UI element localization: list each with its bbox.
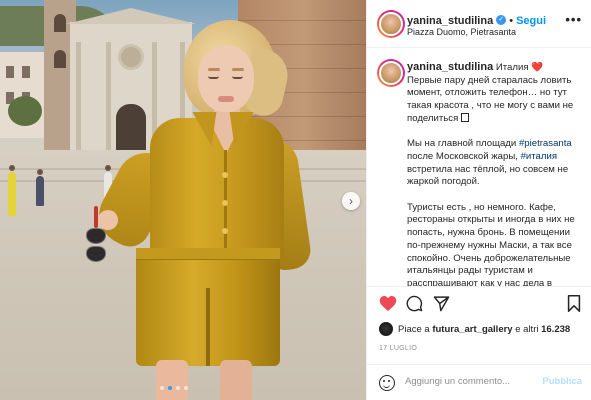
- hashtag-link[interactable]: #pietrasanta: [519, 138, 572, 149]
- avatar[interactable]: [377, 10, 405, 38]
- woman-leg: [156, 360, 188, 400]
- sunglasses: [84, 206, 110, 268]
- caption-para3: Туристы есть , но немного. Кафе, рестора…: [407, 201, 575, 286]
- shirt-button: [222, 228, 228, 234]
- avatar[interactable]: [377, 59, 405, 87]
- woman-hand: [98, 210, 118, 230]
- emoji-icon[interactable]: [379, 375, 395, 391]
- likes-summary: Piace a futura_art_gallery e altri 16.23…: [379, 322, 570, 336]
- caption-area: yanina_studilina Италия ❤️ Первые пару д…: [367, 49, 591, 286]
- likes-prefix: Piace a: [398, 323, 430, 335]
- caption-text: yanina_studilina Италия ❤️ Первые пару д…: [407, 61, 583, 286]
- woman-leg: [220, 360, 252, 400]
- location-link[interactable]: Piazza Duomo, Pietrasanta: [407, 27, 516, 37]
- carousel-next-button[interactable]: ›: [342, 192, 360, 210]
- more-options-icon[interactable]: •••: [565, 12, 582, 27]
- post-actions: [367, 286, 591, 322]
- follow-button[interactable]: Segui: [516, 15, 546, 27]
- comment-input[interactable]: [405, 376, 535, 387]
- carousel-dots: [160, 386, 188, 390]
- carousel-dot: [184, 386, 188, 390]
- heart-emoji-icon: ❤️: [531, 62, 544, 73]
- caption-para2-a: Мы на главной площади: [407, 138, 517, 150]
- caption-line1: Италия: [495, 62, 529, 73]
- post-header: yanina_studilina ✓ • Segui Piazza Duomo, Pi…: [367, 0, 591, 48]
- caption-para1: Первые пару дней старалась ловить момент…: [407, 74, 574, 124]
- username-link[interactable]: yanina_studilina: [407, 15, 493, 27]
- shirt-button: [222, 172, 228, 178]
- liker-username-link[interactable]: futura_art_gallery: [432, 324, 512, 335]
- like-heart-icon[interactable]: [379, 295, 397, 312]
- hashtag-link[interactable]: #италия: [521, 151, 557, 162]
- shirt-button: [222, 200, 228, 206]
- caption-para2-b: после Московской жары,: [407, 150, 518, 162]
- carousel-dot: [160, 386, 164, 390]
- carousel-dot: [176, 386, 180, 390]
- chevron-right-icon: ›: [349, 194, 353, 208]
- likes-count-link[interactable]: 16.238: [541, 324, 570, 335]
- verified-badge-icon: ✓: [496, 14, 507, 25]
- woman-shorts: [136, 248, 280, 366]
- carousel-dot-active: [168, 386, 172, 390]
- comment-bar: Pubblica: [367, 364, 591, 400]
- photo-tree: [8, 96, 42, 126]
- shirt-collar-left: [187, 112, 217, 146]
- caption-para2-c: встретила нас тёплой, но совсем не жарко…: [407, 163, 569, 188]
- post-date[interactable]: 17 LUGLIO: [379, 345, 417, 352]
- comment-icon[interactable]: [406, 295, 423, 312]
- separator-dot: •: [509, 15, 514, 27]
- caption-username-link[interactable]: yanina_studilina: [407, 61, 493, 73]
- photo-pedestrian: [8, 165, 16, 216]
- publish-button[interactable]: Pubblica: [542, 376, 582, 387]
- shirt-collar-right: [229, 112, 259, 146]
- likes-middle: e altri: [515, 323, 539, 335]
- missing-glyph-icon: [460, 112, 469, 122]
- post-sidebar: yanina_studilina ✓ • Segui Piazza Duomo, Pi…: [366, 0, 591, 400]
- liker-avatar[interactable]: [379, 322, 393, 336]
- post-photo[interactable]: ›: [0, 0, 366, 400]
- bookmark-icon[interactable]: [567, 295, 581, 312]
- woman-face: [198, 46, 254, 112]
- share-icon[interactable]: [433, 295, 450, 312]
- photo-pedestrian: [36, 169, 44, 206]
